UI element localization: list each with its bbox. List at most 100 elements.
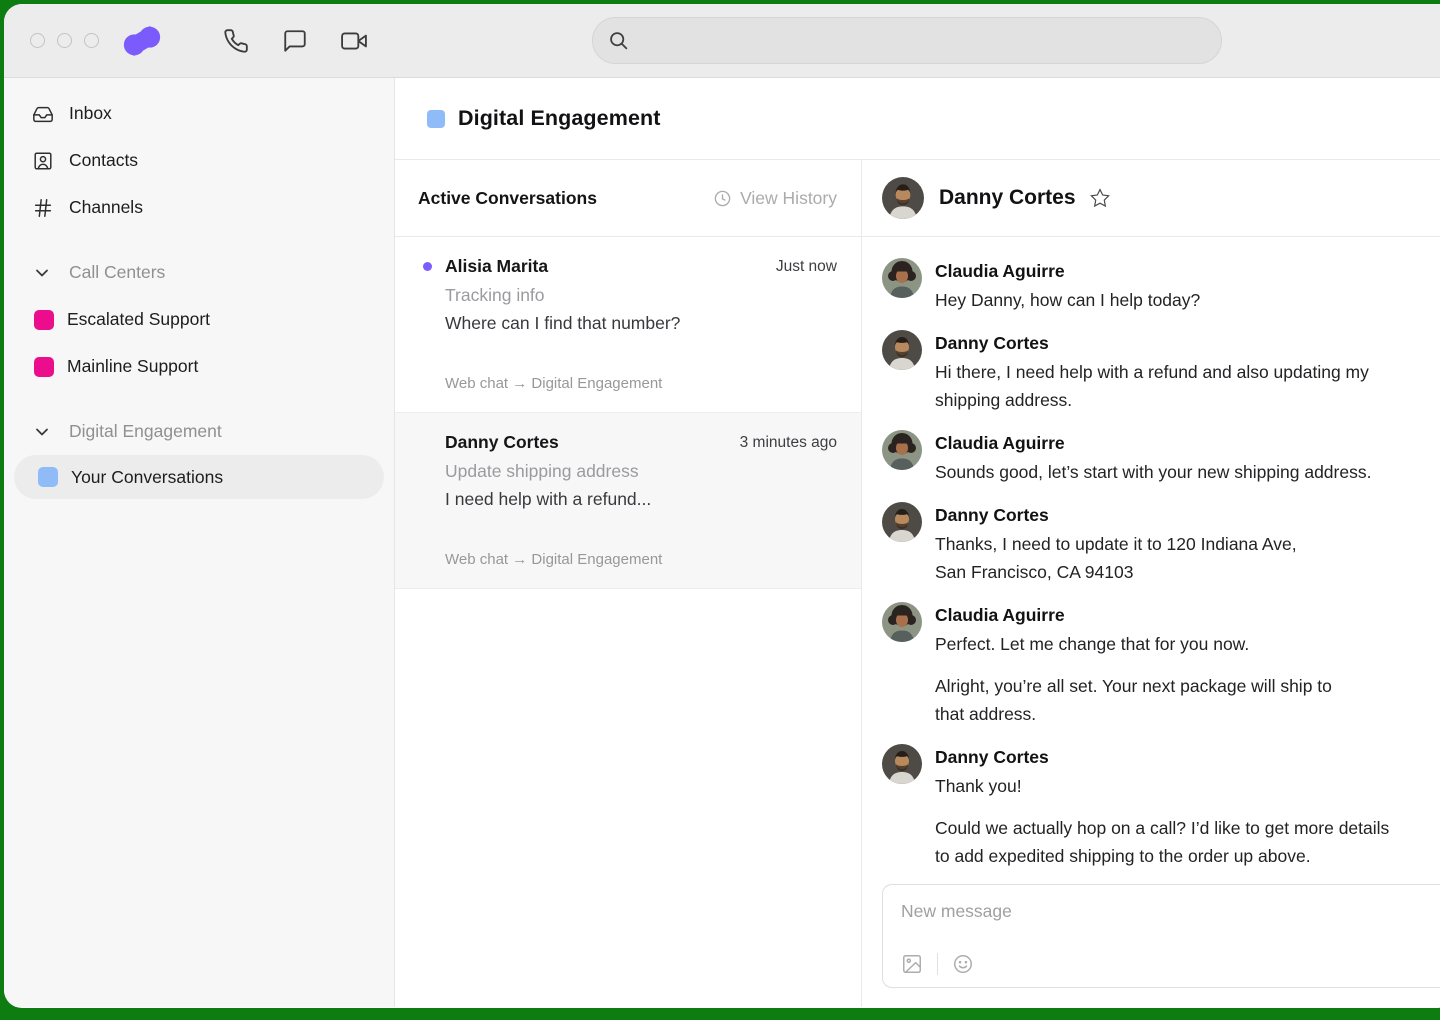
queue-color-swatch [38, 467, 58, 487]
conversation-list: Alisia Marita Just now Tracking info Whe… [395, 237, 861, 589]
video-icon[interactable] [341, 28, 367, 54]
chevron-down-icon [32, 422, 52, 442]
page-header: Digital Engagement [395, 78, 1440, 160]
conversation-subject: Tracking info [445, 285, 837, 306]
conversation-subject: Update shipping address [445, 461, 837, 482]
avatar [882, 258, 922, 298]
conversation-list-title: Active Conversations [418, 188, 597, 209]
main-panel: Digital Engagement Active Conversations … [395, 78, 1440, 1007]
message-text: Could we actually hop on a call? I’d lik… [935, 814, 1389, 870]
message-list: Claudia Aguirre Hey Danny, how can I hel… [862, 237, 1440, 884]
chat-message: Danny Cortes Thank you! Could we actually… [882, 744, 1440, 870]
sidebar-item-escalated-support[interactable]: Escalated Support [4, 296, 394, 343]
sidebar-item-your-conversations[interactable]: Your Conversations [14, 455, 384, 499]
message-text: Hey Danny, how can I help today? [935, 286, 1200, 314]
dialpad-logo-icon [121, 23, 163, 59]
conversation-preview: Where can I find that number? [445, 313, 837, 334]
window-controls [30, 33, 99, 48]
content-area: Inbox Contacts Channels Call Centers Esc… [4, 78, 1440, 1007]
queue-color-swatch [34, 310, 54, 330]
conversation-list-header: Active Conversations View History [395, 160, 861, 237]
sidebar-item-label: Escalated Support [67, 309, 210, 330]
message-text: Hi there, I need help with a refund and … [935, 358, 1369, 414]
chat-message: Claudia Aguirre Hey Danny, how can I hel… [882, 258, 1440, 314]
sidebar-item-contacts[interactable]: Contacts [4, 137, 394, 184]
view-history-label: View History [740, 188, 837, 209]
app-window: Inbox Contacts Channels Call Centers Esc… [4, 4, 1440, 1008]
conversation-time: Just now [776, 258, 837, 276]
message-text: Alright, you’re all set. Your next packa… [935, 672, 1332, 728]
conversation-preview: I need help with a refund... [445, 489, 837, 510]
chevron-down-icon [32, 263, 52, 283]
chat-message: Danny Cortes Thanks, I need to update it… [882, 502, 1440, 586]
sidebar-section-label: Call Centers [69, 262, 165, 283]
contacts-icon [32, 150, 54, 172]
message-sender: Claudia Aguirre [935, 430, 1371, 456]
sidebar-section-digital-engagement[interactable]: Digital Engagement [4, 408, 394, 455]
chat-header: Danny Cortes [862, 160, 1440, 237]
message-text: Thank you! [935, 772, 1389, 800]
clock-icon [713, 189, 732, 208]
phone-icon[interactable] [223, 28, 249, 54]
sidebar-item-label: Your Conversations [71, 467, 223, 488]
message-text: Sounds good, let’s start with your new s… [935, 458, 1371, 486]
message-sender: Claudia Aguirre [935, 602, 1332, 628]
sidebar-section-call-centers[interactable]: Call Centers [4, 249, 394, 296]
avatar [882, 744, 922, 784]
sidebar-section-label: Digital Engagement [69, 421, 222, 442]
sidebar-item-inbox[interactable]: Inbox [4, 90, 394, 137]
unread-dot [423, 262, 432, 271]
avatar [882, 502, 922, 542]
message-sender: Danny Cortes [935, 502, 1297, 528]
global-search-input[interactable] [629, 31, 1221, 51]
digital-engagement-color-swatch [427, 110, 445, 128]
avatar [882, 430, 922, 470]
conversation-name: Danny Cortes [445, 432, 559, 453]
conversation-list-item[interactable]: Alisia Marita Just now Tracking info Whe… [395, 237, 861, 413]
window-control-close[interactable] [30, 33, 45, 48]
sidebar-item-label: Mainline Support [67, 356, 198, 377]
conversation-time: 3 minutes ago [740, 434, 837, 452]
global-search[interactable] [592, 17, 1222, 64]
sidebar: Inbox Contacts Channels Call Centers Esc… [4, 78, 395, 1007]
message-sender: Claudia Aguirre [935, 258, 1200, 284]
titlebar [4, 4, 1440, 78]
view-history-button[interactable]: View History [713, 188, 837, 209]
quick-actions [223, 28, 367, 54]
avatar [882, 602, 922, 642]
window-control-zoom[interactable] [84, 33, 99, 48]
message-composer[interactable] [882, 884, 1440, 988]
message-text: Thanks, I need to update it to 120 India… [935, 530, 1297, 586]
chat-message: Claudia Aguirre Perfect. Let me change t… [882, 602, 1440, 728]
star-icon[interactable] [1089, 187, 1111, 209]
chat-contact-avatar [882, 177, 924, 219]
window-control-minimize[interactable] [57, 33, 72, 48]
conversation-channel-route: Web chat → Digital Engagement [445, 375, 837, 392]
chat-message: Claudia Aguirre Sounds good, let’s start… [882, 430, 1440, 486]
image-attachment-icon[interactable] [901, 953, 923, 975]
composer-toolbar [901, 953, 974, 975]
sidebar-item-label: Contacts [69, 150, 138, 171]
queue-color-swatch [34, 357, 54, 377]
sidebar-item-label: Inbox [69, 103, 112, 124]
message-icon[interactable] [282, 28, 308, 54]
conversation-name: Alisia Marita [445, 256, 548, 277]
message-text: Perfect. Let me change that for you now. [935, 630, 1332, 658]
conversation-list-item[interactable]: Danny Cortes 3 minutes ago Update shippi… [395, 413, 861, 589]
new-message-input[interactable] [883, 885, 1440, 922]
message-sender: Danny Cortes [935, 330, 1369, 356]
emoji-icon[interactable] [952, 953, 974, 975]
sidebar-item-label: Channels [69, 197, 143, 218]
sidebar-item-channels[interactable]: Channels [4, 184, 394, 231]
search-icon [608, 30, 629, 51]
sidebar-item-mainline-support[interactable]: Mainline Support [4, 343, 394, 390]
chat-contact-name: Danny Cortes [939, 186, 1076, 210]
channels-icon [32, 197, 54, 219]
inbox-icon [32, 103, 54, 125]
chat-message: Danny Cortes Hi there, I need help with … [882, 330, 1440, 414]
message-sender: Danny Cortes [935, 744, 1389, 770]
chat-panel: Danny Cortes Claudia Aguirre Hey Danny, … [862, 160, 1440, 1007]
avatar [882, 330, 922, 370]
conversation-channel-route: Web chat → Digital Engagement [445, 551, 837, 568]
page-title: Digital Engagement [458, 106, 661, 131]
